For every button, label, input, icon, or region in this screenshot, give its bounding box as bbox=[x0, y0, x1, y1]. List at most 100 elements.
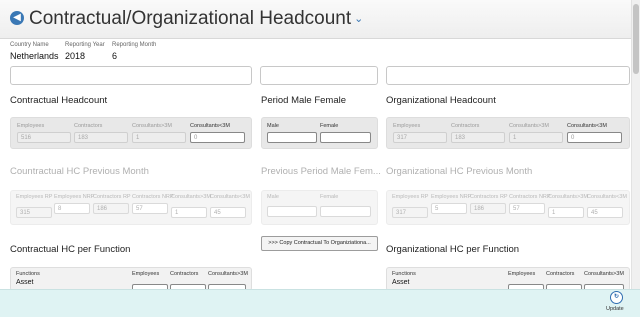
field-value[interactable]: 5 bbox=[431, 203, 467, 214]
field-label: Consultants>3M bbox=[509, 123, 549, 129]
org-prev-employees-nrp[interactable]: Employees NRP 5 bbox=[431, 194, 472, 214]
period-male-female-title: Period Male Female bbox=[261, 95, 347, 106]
field-label: Employees RP bbox=[16, 194, 53, 200]
field-label: Employees bbox=[393, 123, 421, 129]
field-value: 1 bbox=[132, 132, 186, 143]
organizational-headcount-panel: Employees 317 Contractors 183 Consultant… bbox=[386, 117, 630, 149]
year-info: Reporting Year 2018 bbox=[65, 42, 105, 61]
col-consultants: Consultants>3M bbox=[584, 271, 624, 277]
contractual-prev-employees-nrp[interactable]: Employees NRP 8 bbox=[54, 194, 95, 214]
field-label: Contractors bbox=[451, 123, 480, 129]
field-label: Consultants>3M bbox=[132, 123, 172, 129]
field-value: 315 bbox=[16, 207, 52, 218]
prev-period-female-field[interactable]: Female bbox=[320, 194, 371, 217]
field-label: Consultants<3M bbox=[190, 123, 230, 129]
copy-contractual-to-organizational-button[interactable]: >>> Copy Contractual To Organiziationa..… bbox=[261, 236, 378, 251]
org-prev-consultants-gt3m[interactable]: Consultants>3M 1 bbox=[548, 194, 588, 218]
contractual-contractors-field: Contractors 183 bbox=[74, 123, 128, 143]
consultants-lt3m-input[interactable]: 0 bbox=[190, 132, 245, 143]
update-button-label[interactable]: Update bbox=[606, 306, 624, 312]
field-value[interactable]: 57 bbox=[509, 203, 545, 214]
page-title[interactable]: Contractual/Organizational Headcount ⌄ bbox=[29, 8, 363, 30]
male-input[interactable] bbox=[267, 206, 317, 217]
field-label: Employees bbox=[17, 123, 45, 129]
field-label: Consultants>3M bbox=[171, 194, 211, 200]
contractual-prev-employees-rp: Employees RP 315 bbox=[16, 194, 52, 218]
field-value: 186 bbox=[470, 203, 506, 214]
contractual-prev-consultants-gt3m[interactable]: Consultants>3M 1 bbox=[171, 194, 211, 218]
org-prev-contractors-nrp[interactable]: Contractors NRP 57 bbox=[509, 194, 551, 214]
field-value: 1 bbox=[509, 132, 563, 143]
organizational-per-function-table: Functions Employees Contractors Consulta… bbox=[386, 267, 630, 291]
org-consultants-lt3m-field[interactable]: Consultants<3M 0 bbox=[567, 123, 622, 143]
male-input[interactable] bbox=[267, 132, 317, 143]
field-label: Male bbox=[267, 123, 279, 129]
consultants-lt3m-input[interactable]: 0 bbox=[567, 132, 622, 143]
field-value[interactable]: 1 bbox=[171, 207, 207, 218]
org-contractors-field: Contractors 183 bbox=[451, 123, 505, 143]
org-consultants-gt3m-field: Consultants>3M 1 bbox=[509, 123, 563, 143]
country-label: Country Name bbox=[10, 42, 49, 48]
period-female-field[interactable]: Female bbox=[320, 123, 371, 143]
field-label: Female bbox=[320, 194, 339, 200]
organizational-comment-input[interactable] bbox=[386, 66, 630, 85]
month-value: 6 bbox=[112, 51, 118, 61]
back-arrow-icon[interactable]: ◀ bbox=[10, 11, 24, 25]
field-label: Female bbox=[320, 123, 339, 129]
field-label: Consultants<3M bbox=[587, 194, 627, 200]
female-input[interactable] bbox=[320, 132, 371, 143]
country-info: Country Name Netherlands bbox=[10, 42, 59, 61]
organizational-per-function-title: Organizational HC per Function bbox=[386, 244, 520, 255]
field-label: Consultants<3M bbox=[210, 194, 250, 200]
scroll-thumb[interactable] bbox=[633, 4, 639, 74]
field-value[interactable]: 57 bbox=[132, 203, 168, 214]
field-value[interactable]: 8 bbox=[54, 203, 90, 214]
field-value[interactable]: 45 bbox=[587, 207, 623, 218]
field-value[interactable]: 1 bbox=[548, 207, 584, 218]
vertical-scrollbar[interactable] bbox=[631, 0, 640, 292]
contractual-prev-consultants-lt3m[interactable]: Consultants<3M 45 bbox=[210, 194, 250, 218]
field-value: 317 bbox=[393, 132, 447, 143]
field-label: Consultants<3M bbox=[567, 123, 607, 129]
field-label: Employees NRP bbox=[54, 194, 95, 200]
period-comment-input[interactable] bbox=[260, 66, 378, 85]
prev-period-male-field[interactable]: Male bbox=[267, 194, 317, 217]
field-label: Employees RP bbox=[392, 194, 429, 200]
col-functions: Functions bbox=[16, 271, 40, 277]
field-label: Employees NRP bbox=[431, 194, 472, 200]
field-label: Contractors NRP bbox=[509, 194, 551, 200]
field-value: 183 bbox=[451, 132, 505, 143]
contractual-comment-input[interactable] bbox=[10, 66, 252, 85]
col-employees: Employees bbox=[508, 271, 536, 277]
contractual-prev-panel: Employees RP 315 Employees NRP 8 Contrac… bbox=[10, 190, 252, 225]
field-label: Consultants>3M bbox=[548, 194, 588, 200]
contractual-prev-contractors-nrp[interactable]: Contractors NRP 57 bbox=[132, 194, 174, 214]
contractual-prev-title: Countractual HC Previous Month bbox=[10, 166, 149, 177]
org-prev-consultants-lt3m[interactable]: Consultants<3M 45 bbox=[587, 194, 627, 218]
organizational-prev-title: Organizational HC Previous Month bbox=[386, 166, 533, 177]
organizational-prev-panel: Employees RP 317 Employees NRP 5 Contrac… bbox=[386, 190, 630, 225]
org-employees-field: Employees 317 bbox=[393, 123, 447, 143]
field-value[interactable]: 45 bbox=[210, 207, 246, 218]
organizational-headcount-title: Organizational Headcount bbox=[386, 95, 496, 106]
contractual-consultants-lt3m-field[interactable]: Consultants<3M 0 bbox=[190, 123, 245, 143]
month-info: Reporting Month 6 bbox=[112, 42, 156, 61]
refresh-circle-icon[interactable]: ↻ bbox=[610, 291, 623, 304]
function-row-asset: Asset bbox=[392, 279, 410, 286]
field-value: 183 bbox=[74, 132, 128, 143]
col-consultants: Consultants>3M bbox=[208, 271, 248, 277]
contractual-employees-field: Employees 516 bbox=[17, 123, 71, 143]
contractual-prev-contractors-rp: Contractors RP 186 bbox=[93, 194, 131, 214]
country-value: Netherlands bbox=[10, 51, 59, 61]
chevron-down-icon[interactable]: ⌄ bbox=[354, 13, 363, 25]
field-label: Contractors NRP bbox=[132, 194, 174, 200]
field-value: 516 bbox=[17, 132, 71, 143]
contractual-headcount-title: Contractual Headcount bbox=[10, 95, 108, 106]
female-input[interactable] bbox=[320, 206, 371, 217]
field-label: Contractors bbox=[74, 123, 103, 129]
field-label: Contractors RP bbox=[470, 194, 508, 200]
field-value: 317 bbox=[392, 207, 428, 218]
org-prev-employees-rp: Employees RP 317 bbox=[392, 194, 428, 218]
period-male-field[interactable]: Male bbox=[267, 123, 317, 143]
prev-period-male-female-title: Previous Period Male Fem... bbox=[261, 166, 381, 177]
